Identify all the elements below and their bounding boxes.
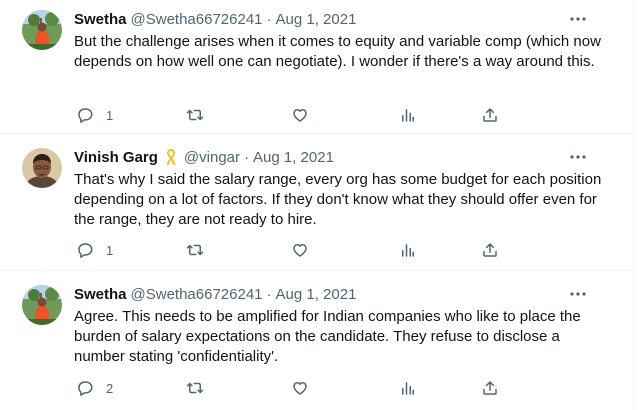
like-icon	[291, 379, 309, 397]
tweet-date[interactable]: Aug 1, 2021	[253, 149, 334, 166]
retweet-icon	[186, 379, 204, 397]
meta-separator: ·	[244, 148, 250, 166]
share-button[interactable]	[481, 105, 499, 125]
display-name[interactable]: Vinish Garg	[74, 149, 158, 166]
tweet-text: Agree. This needs to be amplified for In…	[74, 308, 581, 365]
tweet[interactable]: Swetha @Swetha66726241 · Aug 1, 2021 But…	[0, 9, 632, 127]
tweet-header: Swetha @Swetha66726241 · Aug 1, 2021	[74, 9, 356, 29]
tweet-date[interactable]: Aug 1, 2021	[276, 286, 357, 303]
more-icon[interactable]	[566, 286, 590, 302]
user-handle[interactable]: @vingar	[184, 149, 240, 166]
share-button[interactable]	[481, 378, 499, 398]
retweet-button[interactable]	[186, 240, 204, 260]
reply-icon	[76, 106, 94, 124]
views-icon	[399, 106, 417, 124]
reply-count: 1	[106, 107, 114, 123]
views-button[interactable]	[399, 105, 417, 125]
avatar[interactable]	[22, 148, 62, 188]
share-icon	[481, 106, 499, 124]
tweet[interactable]: Vinish Garg @vingar · Aug 1, 2021 That's…	[0, 147, 632, 265]
retweet-button[interactable]	[186, 378, 204, 398]
avatar[interactable]	[22, 10, 62, 50]
user-handle[interactable]: @Swetha66726241	[131, 286, 263, 303]
retweet-icon	[186, 241, 204, 259]
share-icon	[481, 379, 499, 397]
like-button[interactable]	[291, 105, 309, 125]
reply-icon	[76, 241, 94, 259]
tweet-actions: 2	[74, 378, 514, 398]
tweet-actions: 1	[74, 240, 514, 260]
views-button[interactable]	[399, 240, 417, 260]
tweet-divider	[0, 133, 632, 134]
share-icon	[481, 241, 499, 259]
tweet-date[interactable]: Aug 1, 2021	[276, 11, 357, 28]
ribbon-icon	[164, 148, 178, 166]
retweet-icon	[186, 106, 204, 124]
user-handle[interactable]: @Swetha66726241	[131, 11, 263, 28]
tweet-text: That's why I said the salary range, ever…	[74, 171, 602, 228]
like-button[interactable]	[291, 240, 309, 260]
reply-button[interactable]: 1	[76, 240, 113, 260]
avatar[interactable]	[22, 285, 62, 325]
tweet-header: Vinish Garg @vingar · Aug 1, 2021	[74, 147, 334, 167]
column-border	[633, 0, 634, 410]
tweet-text: But the challenge arises when it comes t…	[74, 33, 601, 70]
like-button[interactable]	[291, 378, 309, 398]
tweet-actions: 1	[74, 105, 514, 125]
views-icon	[399, 241, 417, 259]
display-name[interactable]: Swetha	[74, 11, 127, 28]
share-button[interactable]	[481, 240, 499, 260]
tweet-header: Swetha @Swetha66726241 · Aug 1, 2021	[74, 284, 356, 304]
reply-button[interactable]: 1	[76, 105, 113, 125]
retweet-button[interactable]	[186, 105, 204, 125]
reply-count: 1	[106, 242, 114, 258]
tweet-divider	[0, 270, 632, 271]
meta-separator: ·	[266, 10, 272, 28]
like-icon	[291, 241, 309, 259]
tweet[interactable]: Swetha @Swetha66726241 · Aug 1, 2021 Agr…	[0, 284, 632, 402]
views-icon	[399, 379, 417, 397]
views-button[interactable]	[399, 378, 417, 398]
reply-icon	[76, 379, 94, 397]
more-icon[interactable]	[566, 149, 590, 165]
meta-separator: ·	[266, 285, 272, 303]
display-name[interactable]: Swetha	[74, 286, 127, 303]
reply-button[interactable]: 2	[76, 378, 113, 398]
reply-count: 2	[106, 380, 114, 396]
like-icon	[291, 106, 309, 124]
more-icon[interactable]	[566, 11, 590, 27]
